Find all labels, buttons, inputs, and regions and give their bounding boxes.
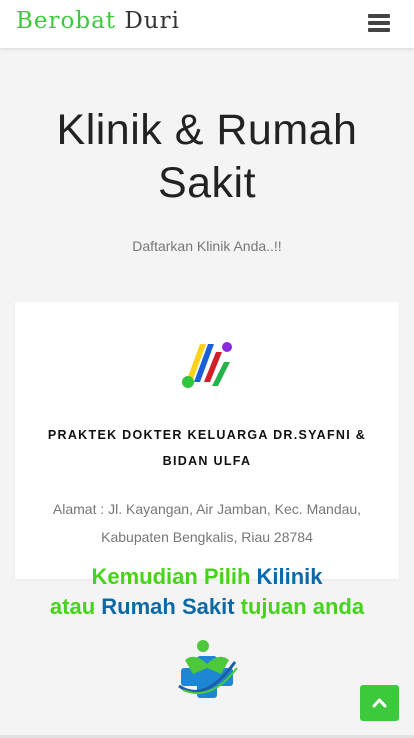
health-logo-icon [178, 640, 238, 698]
brand-name-part1: Berobat [16, 8, 117, 34]
scroll-to-top-button[interactable] [360, 685, 399, 721]
chevron-up-icon [372, 698, 387, 708]
clinic-address-line2: Kabupaten Bengkalis, Riau 28784 [101, 529, 313, 545]
clinic-address-line1: Alamat : Jl. Kayangan, Air Jamban, Kec. … [52, 501, 362, 517]
brand-name-part2: Duri [124, 8, 180, 34]
page-title: Klinik & Rumah Sakit [0, 104, 414, 210]
promo-text-4: Rumah Sakit [101, 594, 235, 619]
promo-banner: Kemudian Pilih Kilinik atau Rumah Sakit … [0, 562, 414, 622]
clinic-name-line1: PRAKTEK DOKTER KELUARGA DR.SYAFNI & [47, 428, 367, 442]
promo-text-3: atau [49, 594, 96, 619]
clinic-card[interactable]: PRAKTEK DOKTER KELUARGA DR.SYAFNI & BIDA… [15, 302, 399, 579]
brand-logo[interactable]: Berobat Duri [16, 8, 180, 34]
promo-text-1: Kemudian Pilih [91, 564, 251, 589]
clinic-name-line2: BIDAN ULFA [162, 454, 252, 468]
promo-text-2: Kilinik [256, 564, 323, 589]
promo-text-5: tujuan anda [240, 594, 365, 619]
hamburger-icon[interactable] [368, 14, 390, 32]
page-title-line1: Klinik & Rumah [56, 106, 358, 154]
page-title-line2: Sakit [157, 159, 257, 207]
clinic-address: Alamat : Jl. Kayangan, Air Jamban, Kec. … [33, 495, 381, 551]
clinic-name[interactable]: PRAKTEK DOKTER KELUARGA DR.SYAFNI & BIDA… [35, 422, 379, 474]
page-subtitle: Daftarkan Klinik Anda..!! [132, 238, 282, 254]
navbar: Berobat Duri [0, 0, 414, 48]
clinic-logo-icon [182, 342, 232, 388]
